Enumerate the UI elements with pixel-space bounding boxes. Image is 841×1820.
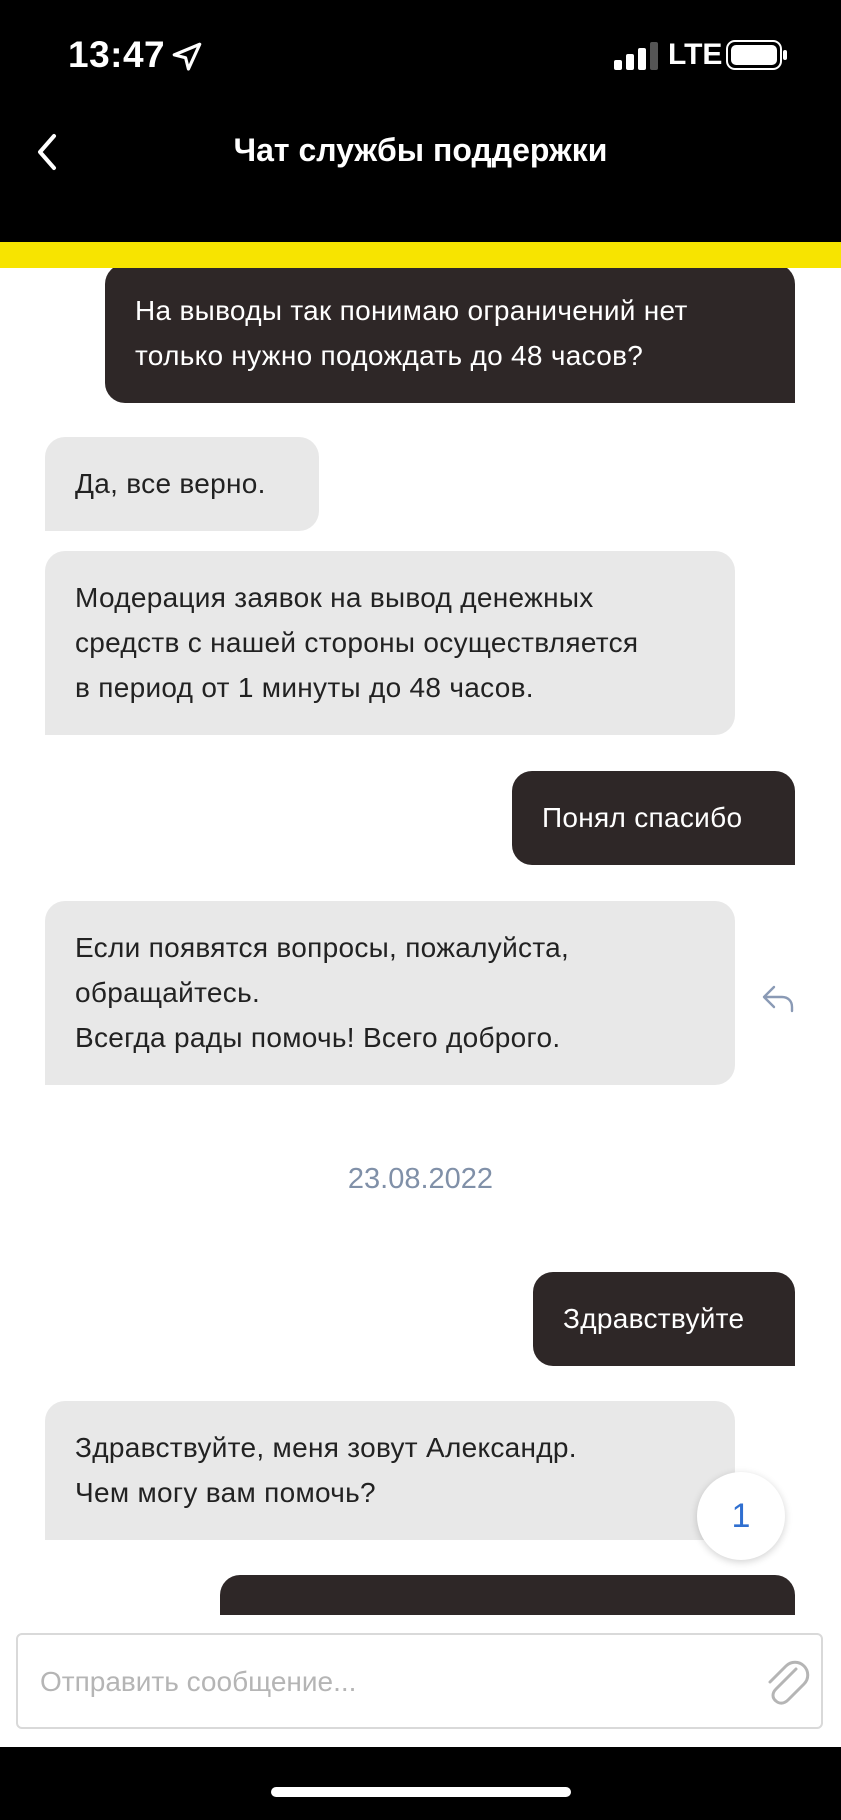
battery-icon <box>726 40 787 70</box>
message-outgoing: Понял спасибо <box>512 771 795 865</box>
home-indicator[interactable] <box>271 1787 571 1797</box>
accent-bar <box>0 242 841 268</box>
location-arrow-icon <box>172 42 202 71</box>
message-incoming: Да, все верно. <box>45 437 319 531</box>
reply-icon[interactable] <box>760 981 796 1017</box>
date-separator: 23.08.2022 <box>347 1163 494 1195</box>
paperclip-icon[interactable] <box>760 1655 810 1707</box>
message-incoming: Если появятся вопросы, пожалуйста, обращ… <box>45 901 735 1085</box>
message-composer <box>0 1615 841 1747</box>
message-input-box <box>16 1633 823 1729</box>
page-title: Чат службы поддержки <box>233 132 608 168</box>
message-input[interactable] <box>38 1635 732 1729</box>
message-list[interactable]: На выводы так понимаю ограничений нет то… <box>0 268 841 1615</box>
status-bar: 13:47 LTE <box>0 0 841 110</box>
network-type: LTE <box>668 38 723 71</box>
status-time: 13:47 <box>68 34 166 75</box>
home-indicator-area <box>0 1747 841 1820</box>
message-outgoing: На выводы так понимаю ограничений нет то… <box>105 268 795 403</box>
unread-count-badge[interactable]: 1 <box>697 1472 785 1560</box>
message-outgoing: Здравствуйте <box>533 1272 795 1366</box>
signal-bars-icon <box>614 42 658 70</box>
message-incoming: Модерация заявок на вывод денежных средс… <box>45 551 735 735</box>
message-incoming: Здравствуйте, меня зовут Александр. Чем … <box>45 1401 735 1540</box>
message-outgoing <box>220 1575 795 1615</box>
chat-header: Чат службы поддержки <box>0 110 841 242</box>
